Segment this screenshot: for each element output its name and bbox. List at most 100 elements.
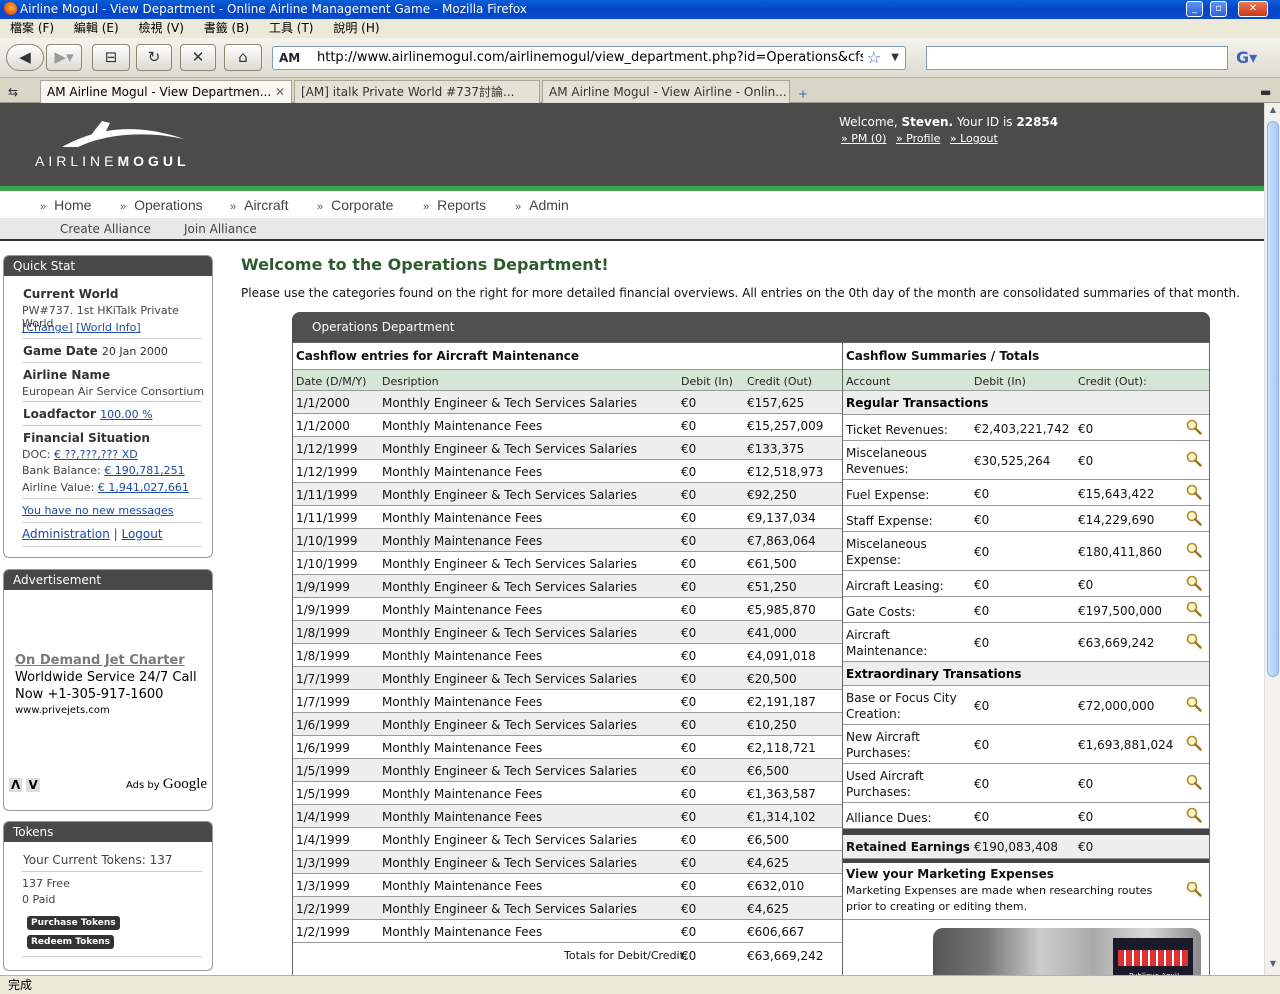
regular-transaction-row: Miscelaneous Revenues: €30,525,264 €0 bbox=[843, 441, 1209, 480]
page-viewport: AIRLINEMOGUL Welcome, Steven. Your ID is… bbox=[0, 103, 1264, 975]
nav-reports[interactable]: » Reports bbox=[423, 197, 486, 213]
home-button[interactable]: ⌂ bbox=[224, 44, 262, 71]
magnifier-icon[interactable] bbox=[1186, 601, 1202, 617]
account-credit: €197,500,000 bbox=[1078, 604, 1162, 618]
account-debit: €0 bbox=[974, 513, 990, 527]
messages-link[interactable]: You have no new messages bbox=[22, 504, 174, 517]
divider bbox=[22, 871, 202, 872]
magnifier-icon[interactable] bbox=[1186, 774, 1202, 790]
account-credit: €1,693,881,024 bbox=[1078, 738, 1174, 752]
doc-link[interactable]: € ??,???,??? XD bbox=[54, 448, 138, 461]
menu-bookmarks[interactable]: 書籤 (B) bbox=[204, 21, 249, 35]
minimize-button[interactable]: _ bbox=[1186, 1, 1203, 17]
subnav-join-alliance[interactable]: Join Alliance bbox=[184, 222, 257, 236]
account-debit: €0 bbox=[974, 636, 990, 650]
table-row: 1/1/2000 Monthly Engineer & Tech Services… bbox=[293, 391, 842, 414]
menu-view[interactable]: 檢視 (V) bbox=[139, 21, 184, 35]
logout-link[interactable]: Logout bbox=[121, 527, 162, 541]
entry-debit: €0 bbox=[681, 695, 697, 709]
close-tab-icon[interactable]: ✕ bbox=[275, 81, 285, 103]
entry-debit: €0 bbox=[681, 580, 697, 594]
forward-button[interactable]: ▶▾ bbox=[46, 44, 82, 71]
nav-home[interactable]: » Home bbox=[40, 197, 91, 213]
vertical-scrollbar[interactable]: ▲ ▼ bbox=[1264, 103, 1280, 975]
scroll-up-icon[interactable]: ▲ bbox=[1267, 105, 1279, 119]
magnifier-icon[interactable] bbox=[1186, 575, 1202, 591]
address-url[interactable]: http://www.airlinemogul.com/airlinemogul… bbox=[317, 47, 863, 69]
magnifier-icon[interactable] bbox=[1186, 510, 1202, 526]
magnifier-icon[interactable] bbox=[1186, 881, 1202, 897]
bookmark-star-icon[interactable]: ☆ bbox=[867, 47, 881, 69]
magnifier-icon[interactable] bbox=[1186, 484, 1202, 500]
magnifier-icon[interactable] bbox=[1186, 419, 1202, 435]
close-window-button[interactable]: ✕ bbox=[1238, 1, 1268, 17]
ad-nav-arrows[interactable]: Λ V bbox=[9, 778, 40, 792]
table-row: 1/7/1999 Monthly Engineer & Tech Services… bbox=[293, 667, 842, 690]
scrollbar-thumb[interactable] bbox=[1267, 121, 1279, 677]
entry-credit: €4,091,018 bbox=[747, 649, 816, 663]
change-world-link[interactable]: [Change] bbox=[22, 321, 73, 334]
address-dropdown-icon[interactable]: ▼ bbox=[891, 47, 899, 69]
entry-debit: €0 bbox=[681, 856, 697, 870]
account-name: Used Aircraft Purchases: bbox=[846, 769, 924, 799]
maximize-button[interactable]: ▫ bbox=[1210, 1, 1227, 17]
menu-help[interactable]: 說明 (H) bbox=[333, 21, 379, 35]
purchase-tokens-button[interactable]: Purchase Tokens bbox=[27, 916, 120, 930]
menu-tools[interactable]: 工具 (T) bbox=[269, 21, 314, 35]
tab-italk-forum[interactable]: [AM] italk Private World #737討論... bbox=[294, 80, 540, 103]
entry-debit: €0 bbox=[681, 465, 697, 479]
redeem-tokens-button[interactable]: Redeem Tokens bbox=[27, 935, 114, 949]
regular-transaction-row: Miscelaneous Expense: €0 €180,411,860 bbox=[843, 532, 1209, 571]
ad-headline[interactable]: On Demand Jet Charter bbox=[15, 653, 185, 668]
bank-balance-link[interactable]: € 190,781,251 bbox=[104, 464, 184, 477]
marketing-heading[interactable]: View your Marketing Expenses bbox=[846, 867, 1054, 881]
col-description: Desription bbox=[382, 375, 439, 388]
search-engine-icon[interactable]: G▾ bbox=[1236, 46, 1272, 70]
ads-by-google[interactable]: Ads by Google bbox=[126, 776, 207, 793]
site-logo[interactable]: AIRLINEMOGUL bbox=[35, 153, 190, 169]
totals-label: Totals for Debit/Credit: bbox=[564, 949, 688, 962]
down-arrow-icon[interactable]: V bbox=[26, 778, 40, 792]
ad-line2: Now +1-305-917-1600 bbox=[15, 687, 164, 702]
logout-link-top[interactable]: » Logout bbox=[950, 132, 998, 145]
tab-list-icon[interactable]: ⇆ bbox=[2, 81, 28, 104]
stop-button[interactable]: ✕ bbox=[180, 44, 216, 71]
nav-corporate[interactable]: » Corporate bbox=[317, 197, 393, 213]
ad-url[interactable]: www.privejets.com bbox=[15, 705, 110, 716]
address-bar[interactable]: AM http://www.airlinemogul.com/airlinemo… bbox=[272, 46, 906, 70]
menu-edit[interactable]: 編輯 (E) bbox=[74, 21, 119, 35]
bookmark-toolbar-button[interactable]: ⊟ bbox=[92, 44, 130, 71]
entry-description: Monthly Maintenance Fees bbox=[382, 603, 543, 617]
menu-file[interactable]: 檔案 (F) bbox=[10, 21, 54, 35]
doc-row: DOC: € ??,???,??? XD bbox=[22, 448, 138, 461]
magnifier-icon[interactable] bbox=[1186, 633, 1202, 649]
table-row: 1/12/1999 Monthly Engineer & Tech Service… bbox=[293, 437, 842, 460]
scroll-down-icon[interactable]: ▼ bbox=[1267, 959, 1279, 973]
search-input[interactable] bbox=[926, 46, 1228, 70]
airline-value-link[interactable]: € 1,941,027,661 bbox=[98, 481, 189, 494]
up-arrow-icon[interactable]: Λ bbox=[9, 778, 23, 792]
tab-view-airline[interactable]: AM Airline Mogul - View Airline - Onlin.… bbox=[542, 80, 790, 103]
magnifier-icon[interactable] bbox=[1186, 696, 1202, 712]
reload-button[interactable]: ↻ bbox=[136, 44, 172, 71]
administration-link[interactable]: Administration bbox=[22, 527, 110, 541]
magnifier-icon[interactable] bbox=[1186, 451, 1202, 467]
world-info-link[interactable]: [World Info] bbox=[76, 321, 140, 334]
cashflow-summaries-panel: Cashflow Summaries / Totals Account Debi… bbox=[843, 342, 1210, 975]
pm-link[interactable]: » PM (0) bbox=[841, 132, 886, 145]
nav-aircraft[interactable]: » Aircraft bbox=[230, 197, 288, 213]
nav-operations[interactable]: » Operations bbox=[120, 197, 203, 213]
loadfactor-link[interactable]: 100.00 % bbox=[100, 408, 152, 421]
totals-row: Totals for Debit/Credit: €0 €63,669,242 bbox=[293, 943, 842, 967]
tab-view-department[interactable]: AM Airline Mogul - View Departmen... ✕ bbox=[40, 80, 292, 103]
magnifier-icon[interactable] bbox=[1186, 735, 1202, 751]
magnifier-icon[interactable] bbox=[1186, 542, 1202, 558]
back-button[interactable]: ◀ bbox=[6, 44, 44, 71]
profile-link[interactable]: » Profile bbox=[896, 132, 940, 145]
subnav-create-alliance[interactable]: Create Alliance bbox=[60, 222, 151, 236]
entry-debit: €0 bbox=[681, 396, 697, 410]
tab-overflow-icon[interactable]: ▬ bbox=[1254, 81, 1276, 104]
magnifier-icon[interactable] bbox=[1186, 807, 1202, 823]
chevron-right-icon: » bbox=[423, 201, 430, 213]
nav-admin[interactable]: » Admin bbox=[515, 197, 569, 213]
